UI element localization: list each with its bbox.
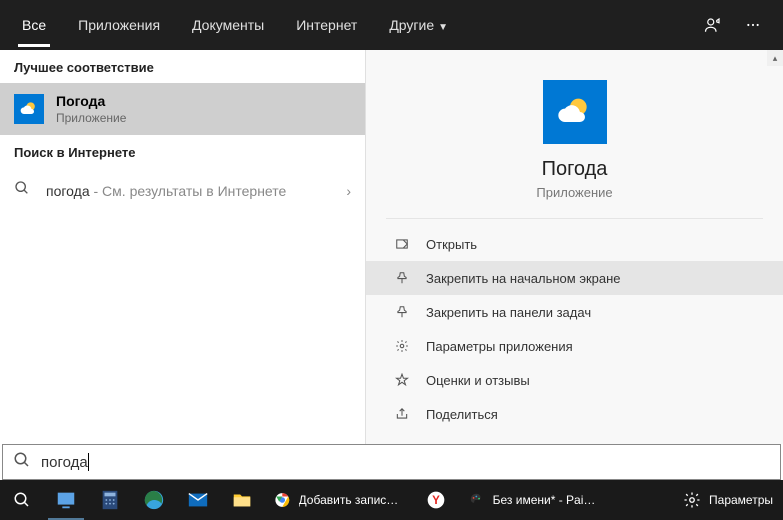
taskbar: Добавить запись ‹ ... Y Без имени* - Pai…	[0, 480, 783, 520]
tab-documents[interactable]: Документы	[176, 3, 280, 47]
preview-actions: Открыть Закрепить на начальном экране За…	[366, 219, 783, 439]
best-match-result[interactable]: Погода Приложение	[0, 83, 365, 135]
taskbar-yandex[interactable]: Y	[414, 480, 458, 520]
web-search-result[interactable]: погода - См. результаты в Интернете ›	[0, 168, 365, 213]
tab-internet[interactable]: Интернет	[280, 3, 373, 47]
tab-all[interactable]: Все	[6, 3, 62, 47]
yandex-icon: Y	[426, 490, 446, 510]
web-search-label: Поиск в Интернете	[0, 135, 365, 168]
open-icon	[394, 236, 410, 252]
best-match-label: Лучшее соответствие	[0, 50, 365, 83]
action-pin-taskbar[interactable]: Закрепить на панели задач	[366, 295, 783, 329]
action-share[interactable]: Поделиться	[366, 397, 783, 431]
action-pin-start[interactable]: Закрепить на начальном экране	[366, 261, 783, 295]
taskbar-paint[interactable]: Без имени* - Paint ...	[458, 480, 608, 520]
search-input[interactable]: погода	[41, 454, 88, 471]
taskbar-explorer[interactable]	[220, 480, 264, 520]
search-icon	[14, 180, 32, 201]
pin-taskbar-icon	[394, 304, 410, 320]
taskbar-settings[interactable]: Параметры	[673, 480, 783, 520]
action-app-settings[interactable]: Параметры приложения	[366, 329, 783, 363]
weather-app-icon	[14, 94, 44, 124]
taskbar-task-view[interactable]	[44, 480, 88, 520]
pin-start-icon	[394, 270, 410, 286]
tab-more[interactable]: Другие▼	[373, 3, 464, 47]
chrome-icon	[274, 491, 291, 509]
star-icon	[394, 372, 410, 388]
chevron-down-icon: ▼	[438, 22, 448, 33]
gear-icon	[683, 491, 701, 509]
result-title: Погода	[56, 93, 126, 109]
feedback-icon[interactable]	[697, 9, 729, 41]
taskbar-search-button[interactable]	[0, 480, 44, 520]
search-tabs: Все Приложения Документы Интернет Другие…	[6, 3, 464, 47]
paint-icon	[468, 491, 485, 509]
share-icon	[394, 406, 410, 422]
results-panel: Лучшее соответствие Погода Приложение По…	[0, 50, 366, 444]
taskbar-edge[interactable]	[132, 480, 176, 520]
taskbar-chrome[interactable]: Добавить запись ‹ ...	[264, 480, 414, 520]
gear-icon	[394, 338, 410, 354]
chevron-right-icon: ›	[346, 183, 351, 199]
preview-panel: ▴ Погода Приложение Открыть Закрепить на…	[366, 50, 783, 444]
taskbar-calculator[interactable]	[88, 480, 132, 520]
search-bar[interactable]: погода	[2, 444, 781, 480]
action-open[interactable]: Открыть	[366, 227, 783, 261]
taskbar-mail[interactable]	[176, 480, 220, 520]
preview-app-icon	[543, 80, 607, 144]
preview-subtitle: Приложение	[386, 185, 763, 200]
tab-apps[interactable]: Приложения	[62, 3, 176, 47]
svg-text:Y: Y	[432, 494, 440, 507]
search-icon	[13, 451, 31, 474]
web-result-text: погода - См. результаты в Интернете	[46, 183, 332, 199]
action-rate-review[interactable]: Оценки и отзывы	[366, 363, 783, 397]
scrollbar-up[interactable]: ▴	[767, 50, 783, 66]
search-header: Все Приложения Документы Интернет Другие…	[0, 0, 783, 50]
result-subtitle: Приложение	[56, 111, 126, 125]
more-icon[interactable]	[737, 9, 769, 41]
preview-title: Погода	[386, 158, 763, 181]
